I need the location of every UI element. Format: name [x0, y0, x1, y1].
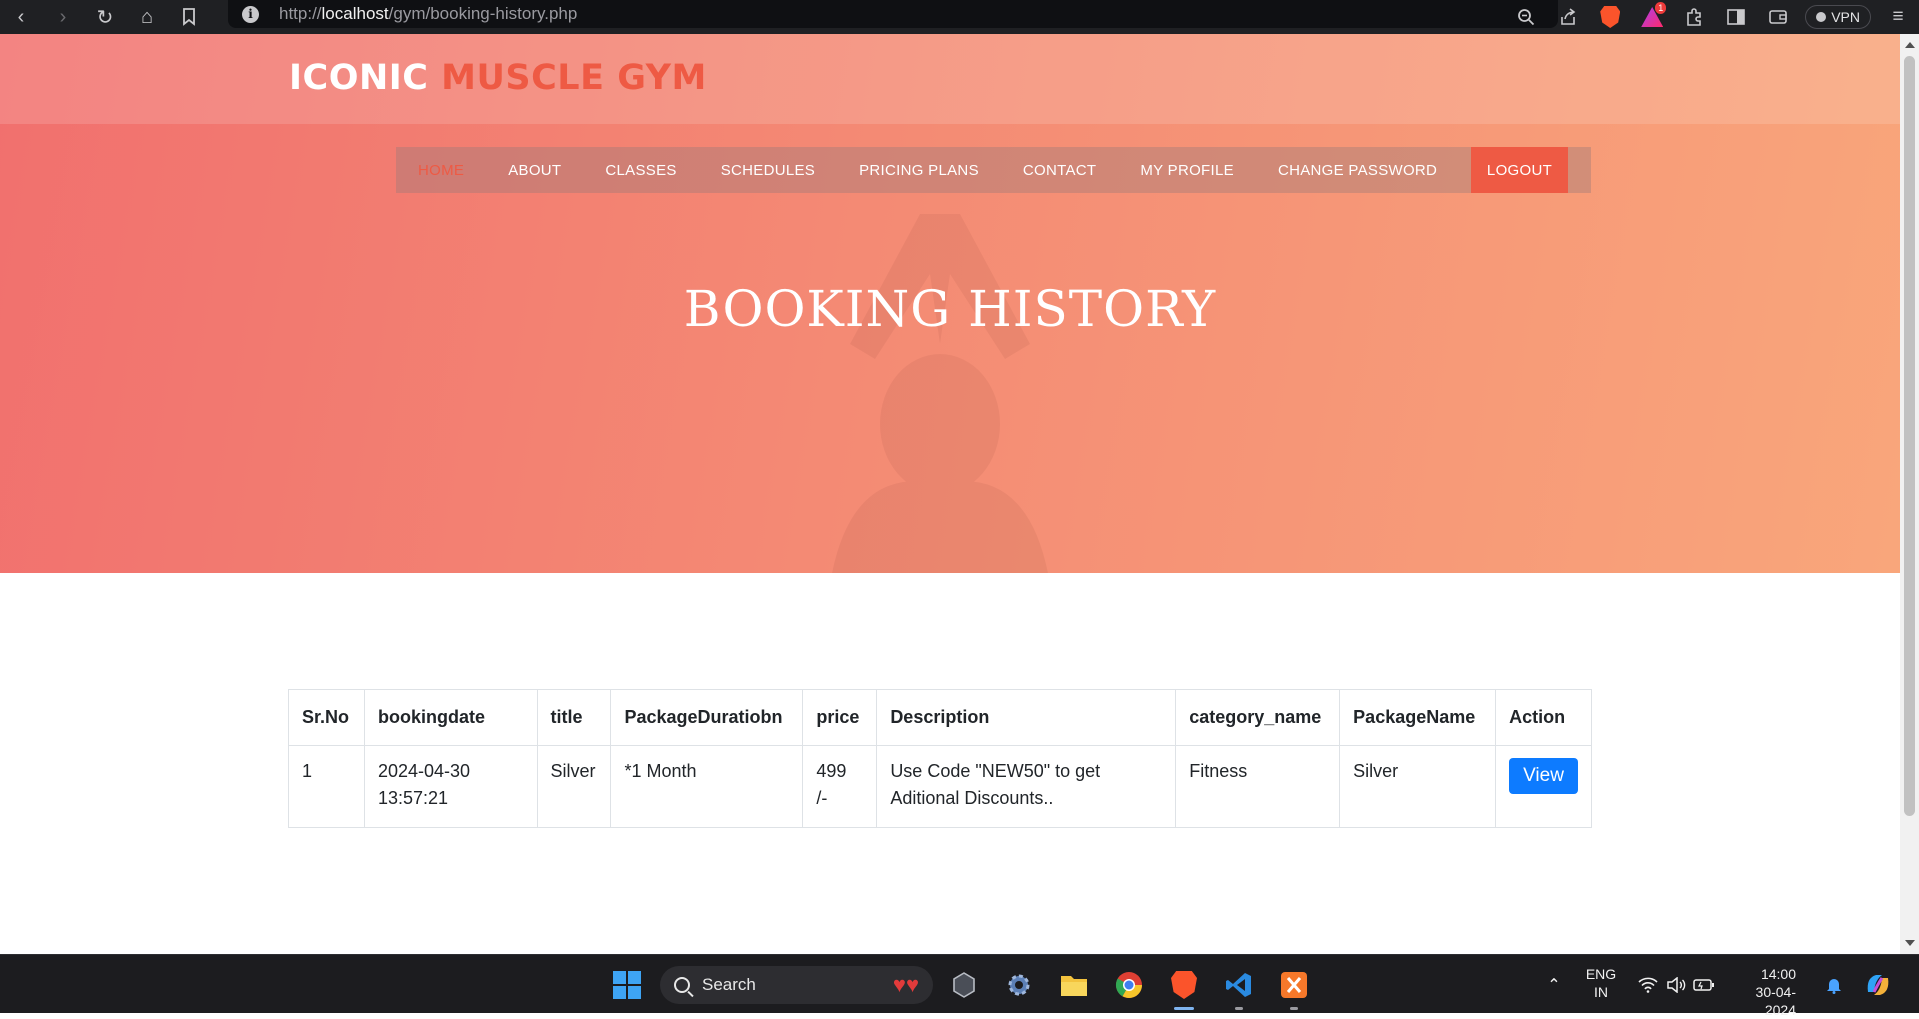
- hero-banner: ICONIC MUSCLE GYM HOME ABOUT CLASSES SCH…: [0, 34, 1900, 573]
- column-header-package-duration: PackageDuratiobn: [610, 689, 804, 746]
- back-icon[interactable]: ‹: [0, 0, 42, 34]
- nav-home[interactable]: HOME: [396, 147, 486, 193]
- browser-toolbar: ‹ › ↻ ⌂ i http://localhost/gym/booking-h…: [0, 0, 1919, 34]
- clock[interactable]: 14:00 30-04-2024: [1726, 965, 1796, 1019]
- page-title: BOOKING HISTORY: [683, 280, 1217, 338]
- logo-text-accent: MUSCLE GYM: [441, 58, 707, 98]
- logout-button[interactable]: LOGOUT: [1471, 147, 1568, 193]
- xampp-icon[interactable]: [1278, 969, 1310, 1001]
- nav-schedules[interactable]: SCHEDULES: [699, 147, 837, 193]
- nav-about[interactable]: ABOUT: [486, 147, 583, 193]
- view-button[interactable]: View: [1509, 758, 1578, 794]
- cell-title: Silver: [536, 745, 612, 828]
- column-header-category-name: category_name: [1175, 689, 1341, 746]
- file-explorer-icon[interactable]: [1058, 969, 1090, 1001]
- nav-my-profile[interactable]: MY PROFILE: [1118, 147, 1256, 193]
- open-app-indicator: [1235, 1007, 1243, 1010]
- scroll-up-arrow-icon[interactable]: [1905, 42, 1915, 48]
- url-text: http://localhost/gym/booking-history.php: [279, 4, 578, 23]
- show-hidden-icons-chevron-icon[interactable]: ⌃: [1538, 969, 1570, 1001]
- task-view-icon[interactable]: [948, 969, 980, 1001]
- open-app-indicator: [1290, 1007, 1298, 1010]
- cell-price: 499/-: [802, 745, 878, 828]
- vpn-status-icon: [1816, 12, 1827, 22]
- column-header-bookingdate: bookingdate: [363, 689, 538, 746]
- site-logo[interactable]: ICONIC MUSCLE GYM: [289, 58, 707, 98]
- cell-package-name: Silver: [1339, 745, 1497, 828]
- menu-icon[interactable]: ≡: [1877, 0, 1919, 34]
- column-header-action: Action: [1495, 689, 1592, 746]
- forward-icon[interactable]: ›: [42, 0, 84, 34]
- home-icon[interactable]: ⌂: [126, 0, 168, 34]
- taskbar-search[interactable]: Search ♥♥: [660, 966, 933, 1004]
- nav-classes[interactable]: CLASSES: [583, 147, 698, 193]
- strawberry-icon: ♥♥: [892, 972, 919, 997]
- reload-icon[interactable]: ↻: [84, 0, 126, 34]
- cell-category-name: Fitness: [1175, 745, 1341, 828]
- active-app-indicator: [1174, 1007, 1194, 1010]
- logo-text-primary: ICONIC: [289, 58, 429, 98]
- share-icon[interactable]: [1547, 0, 1589, 34]
- search-placeholder: Search: [702, 975, 756, 994]
- vscode-icon[interactable]: [1223, 969, 1255, 1001]
- sidebar-icon[interactable]: [1715, 0, 1757, 34]
- start-button[interactable]: [611, 969, 643, 1001]
- cell-description: Use Code "NEW50" to get Aditional Discoun…: [876, 745, 1177, 828]
- vpn-button[interactable]: VPN: [1805, 5, 1871, 29]
- nav-pricing-plans[interactable]: PRICING PLANS: [837, 147, 1001, 193]
- scroll-down-arrow-icon[interactable]: [1905, 940, 1915, 946]
- column-header-sr-no: Sr.No: [288, 689, 365, 746]
- language-indicator[interactable]: ENG IN: [1585, 965, 1617, 1001]
- cell-sr-no: 1: [288, 745, 365, 828]
- brave-rewards-icon[interactable]: 1: [1631, 0, 1673, 34]
- main-navigation: HOME ABOUT CLASSES SCHEDULES PRICING PLA…: [396, 147, 1591, 193]
- notification-bell-icon[interactable]: [1818, 969, 1850, 1001]
- bookmark-icon[interactable]: [168, 0, 210, 34]
- extensions-icon[interactable]: [1673, 0, 1715, 34]
- booking-history-table: Sr.No bookingdate title PackageDuratiobn…: [288, 689, 1592, 828]
- table-header-row: Sr.No bookingdate title PackageDuratiobn…: [288, 689, 1592, 746]
- scrollbar-thumb[interactable]: [1904, 56, 1915, 816]
- column-header-title: title: [536, 689, 612, 746]
- header-band: [0, 34, 1900, 124]
- windows-taskbar: Search ♥♥ ⌃ ENG IN 14:00 30-04-2024: [0, 954, 1919, 1018]
- brave-shields-icon[interactable]: [1589, 0, 1631, 34]
- chrome-icon[interactable]: [1113, 969, 1145, 1001]
- athlete-background-image: [832, 214, 1048, 573]
- copilot-icon[interactable]: [1862, 969, 1894, 1001]
- page-scrollbar[interactable]: [1900, 34, 1919, 954]
- rewards-badge: 1: [1655, 2, 1667, 14]
- cell-package-duration: *1 Month: [610, 745, 804, 828]
- zoom-icon[interactable]: [1505, 0, 1547, 34]
- windows-logo-icon: [613, 971, 641, 999]
- brave-browser-icon[interactable]: [1168, 969, 1200, 1001]
- cell-action: View: [1495, 745, 1592, 828]
- vpn-label: VPN: [1831, 9, 1860, 25]
- wallet-icon[interactable]: [1757, 0, 1799, 34]
- address-bar[interactable]: i http://localhost/gym/booking-history.p…: [228, 0, 1558, 28]
- search-icon: [674, 977, 690, 993]
- column-header-description: Description: [876, 689, 1177, 746]
- nav-change-password[interactable]: CHANGE PASSWORD: [1256, 147, 1459, 193]
- cell-bookingdate: 2024-04-30 13:57:21: [363, 745, 538, 828]
- column-header-package-name: PackageName: [1339, 689, 1497, 746]
- table-row: 1 2024-04-30 13:57:21 Silver *1 Month 499…: [288, 745, 1592, 828]
- page-viewport: ICONIC MUSCLE GYM HOME ABOUT CLASSES SCH…: [0, 34, 1900, 954]
- site-info-icon[interactable]: i: [242, 5, 259, 23]
- settings-gear-icon[interactable]: [1003, 969, 1035, 1001]
- column-header-price: price: [802, 689, 878, 746]
- battery-icon[interactable]: [1688, 969, 1720, 1001]
- nav-contact[interactable]: CONTACT: [1001, 147, 1118, 193]
